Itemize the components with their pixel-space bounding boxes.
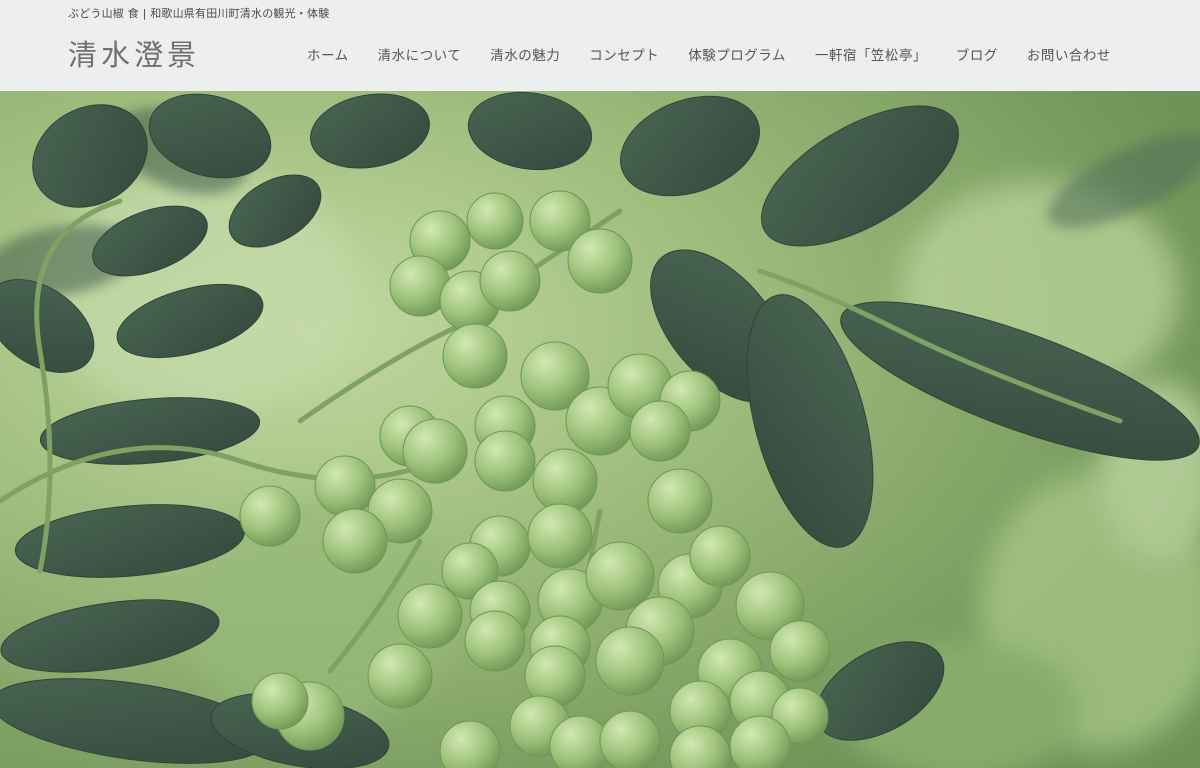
sansho-berry — [585, 541, 655, 611]
sansho-berry — [442, 323, 508, 389]
sansho-berry — [599, 710, 661, 768]
sansho-berry — [479, 250, 541, 312]
sansho-berry — [402, 418, 468, 484]
sansho-berry — [397, 583, 463, 649]
nav-inn-kasamatsutei[interactable]: 一軒宿「笠松亭」 — [815, 44, 927, 64]
sansho-berry — [239, 485, 301, 547]
nav-blog[interactable]: ブログ — [956, 44, 998, 64]
sansho-berry — [532, 448, 598, 514]
site-title-link[interactable]: 清水澄景 — [68, 32, 200, 74]
hero-image — [0, 91, 1200, 768]
sansho-berry — [466, 192, 524, 250]
sansho-berry — [595, 626, 665, 696]
nav-about-shimizu[interactable]: 清水について — [378, 44, 462, 64]
sansho-berry — [322, 508, 388, 574]
sansho-berry — [567, 228, 633, 294]
nav-contact[interactable]: お問い合わせ — [1027, 44, 1111, 64]
sansho-berry — [647, 468, 713, 534]
nav-charm[interactable]: 清水の魅力 — [490, 44, 560, 64]
sansho-berry — [769, 620, 831, 682]
nav-home[interactable]: ホーム — [307, 44, 349, 64]
sansho-berry — [629, 400, 691, 462]
sansho-berry — [251, 672, 309, 730]
nav-concept[interactable]: コンセプト — [589, 44, 659, 64]
main-navigation: ホーム 清水について 清水の魅力 コンセプト 体験プログラム 一軒宿「笠松亭」 … — [307, 44, 1111, 64]
sansho-berry — [474, 430, 536, 492]
sansho-berry — [314, 455, 376, 517]
page: ぶどう山椒 食 | 和歌山県有田川町清水の観光・体験 清水澄景 ホーム 清水につ… — [0, 0, 1200, 768]
sansho-berry — [527, 503, 593, 569]
sansho-berries-photo — [0, 91, 1200, 768]
sansho-berry — [464, 610, 526, 672]
site-tagline: ぶどう山椒 食 | 和歌山県有田川町清水の観光・体験 — [68, 7, 330, 20]
nav-experience-program[interactable]: 体験プログラム — [688, 44, 786, 64]
sansho-berry — [689, 525, 751, 587]
site-header: ぶどう山椒 食 | 和歌山県有田川町清水の観光・体験 清水澄景 ホーム 清水につ… — [0, 0, 1200, 91]
sansho-berry — [367, 643, 433, 709]
